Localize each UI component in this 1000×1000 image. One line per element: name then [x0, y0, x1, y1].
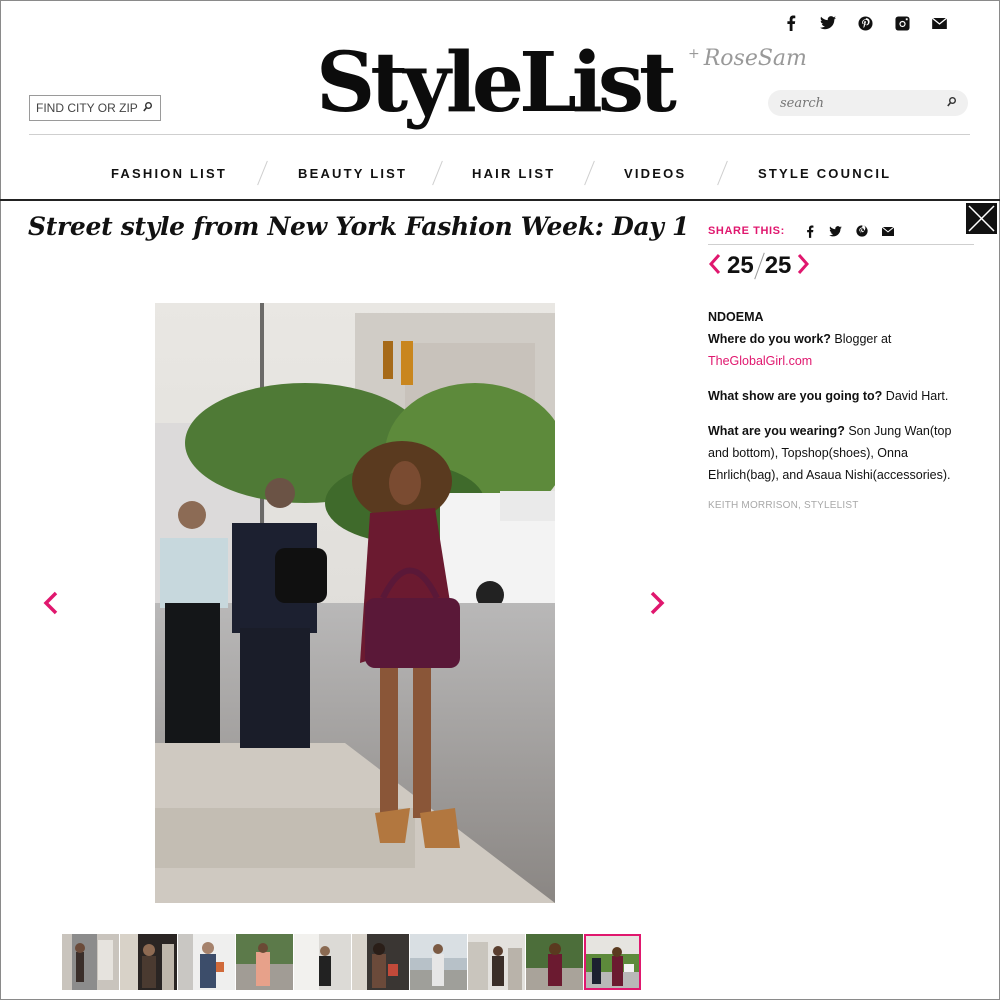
photo-credit: KEITH MORRISON, STYLELIST — [708, 500, 859, 511]
main-nav: FASHION LIST BEAUTY LIST HAIR LIST VIDEO… — [0, 158, 1000, 188]
photo-caption: NDOEMA Where do you work? Blogger at The… — [708, 306, 970, 499]
thumbnail[interactable] — [410, 934, 467, 990]
pinterest-icon[interactable] — [855, 224, 869, 238]
counter-next-button[interactable] — [797, 253, 810, 280]
site-search[interactable] — [768, 90, 968, 116]
prev-photo-button[interactable] — [43, 591, 59, 620]
city-zip-search[interactable]: FIND CITY OR ZIP — [29, 95, 161, 121]
caption-show: What show are you going to? David Hart. — [708, 385, 970, 407]
nav-beauty-list[interactable]: BEAUTY LIST — [298, 166, 407, 181]
counter-current: 25 — [727, 252, 754, 279]
search-icon[interactable] — [142, 101, 152, 115]
share-rule — [708, 244, 974, 245]
site-logo[interactable]: StyleList — [316, 42, 677, 124]
header-rule — [29, 134, 970, 135]
share-label: SHARE THIS: — [708, 225, 785, 237]
nav-hair-list[interactable]: HAIR LIST — [472, 166, 555, 181]
thumbnail[interactable] — [352, 934, 409, 990]
chevron-right-icon[interactable] — [797, 253, 810, 275]
header-divider — [0, 199, 1000, 201]
show-question: What show are you going to? — [708, 389, 883, 403]
subject-name: NDOEMA — [708, 310, 764, 324]
nav-fashion-list[interactable]: FASHION LIST — [111, 166, 227, 181]
thumbnail[interactable] — [468, 934, 525, 990]
thumbnail[interactable] — [294, 934, 351, 990]
gallery-photo — [155, 303, 555, 903]
city-zip-placeholder: FIND CITY OR ZIP — [36, 101, 138, 115]
twitter-icon[interactable] — [829, 224, 843, 238]
counter-total: 25 — [764, 252, 792, 279]
counter-prev-button[interactable] — [708, 253, 721, 280]
share-icons — [803, 224, 895, 238]
gallery-title: Street style from New York Fashion Week:… — [28, 212, 690, 241]
thumbnail-strip — [62, 934, 642, 990]
share-row: SHARE THIS: — [708, 218, 974, 244]
mail-icon[interactable] — [881, 224, 895, 238]
chevron-left-icon[interactable] — [708, 253, 721, 275]
nav-separator — [717, 160, 728, 186]
thumbnail-active[interactable] — [584, 934, 641, 990]
thumbnail[interactable] — [526, 934, 583, 990]
instagram-icon[interactable] — [893, 14, 911, 32]
twitter-icon[interactable] — [819, 14, 837, 32]
partner-signature-text: RoseSam — [703, 46, 807, 71]
nav-videos[interactable]: VIDEOS — [624, 166, 686, 181]
social-links — [782, 14, 948, 32]
nav-separator — [584, 160, 595, 186]
chevron-left-icon[interactable] — [43, 591, 59, 615]
work-link[interactable]: TheGlobalGirl.com — [708, 354, 812, 368]
show-answer: David Hart. — [885, 389, 949, 403]
chevron-right-icon[interactable] — [649, 591, 665, 615]
facebook-icon[interactable] — [782, 14, 800, 32]
next-photo-button[interactable] — [649, 591, 665, 620]
pinterest-icon[interactable] — [856, 14, 874, 32]
nav-separator — [257, 160, 268, 186]
plus-icon: + — [688, 46, 700, 62]
search-icon[interactable] — [947, 94, 956, 112]
facebook-icon[interactable] — [803, 224, 817, 238]
search-input[interactable] — [780, 95, 940, 111]
counter-separator — [753, 252, 765, 280]
thumbnail[interactable] — [178, 934, 235, 990]
caption-work: Where do you work? Blogger at TheGlobalG… — [708, 328, 970, 372]
partner-signature: + RoseSam — [688, 46, 807, 71]
mail-icon[interactable] — [930, 14, 948, 32]
thumbnail[interactable] — [236, 934, 293, 990]
work-answer: Blogger at — [834, 332, 892, 346]
thumbnail[interactable] — [62, 934, 119, 990]
wearing-question: What are you wearing? — [708, 424, 845, 438]
nav-separator — [432, 160, 443, 186]
thumbnail[interactable] — [120, 934, 177, 990]
caption-wearing: What are you wearing? Son Jung Wan(top a… — [708, 420, 970, 486]
nav-style-council[interactable]: STYLE COUNCIL — [758, 166, 891, 181]
photo-counter: 25 25 — [708, 251, 810, 281]
work-question: Where do you work? — [708, 332, 831, 346]
